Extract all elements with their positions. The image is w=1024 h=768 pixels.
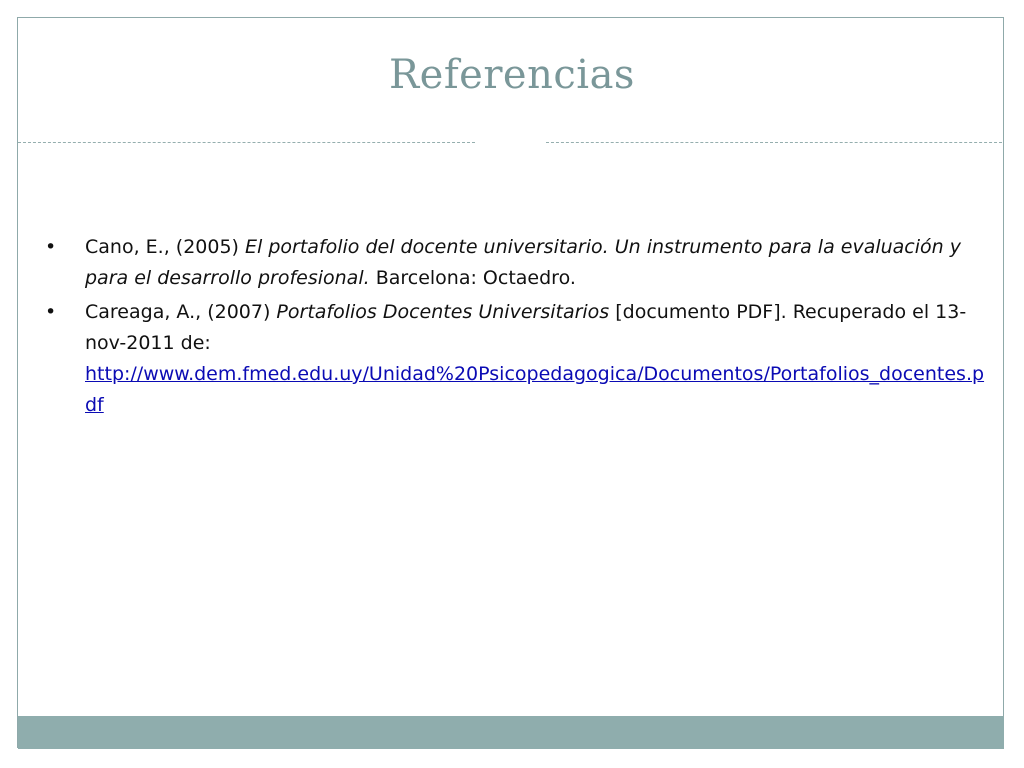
reference-publisher: Barcelona: Octaedro. bbox=[369, 267, 576, 289]
reference-item: • Careaga, A., (2007) Portafolios Docent… bbox=[45, 297, 995, 421]
reference-title: Portafolios Docentes Universitarios bbox=[276, 301, 610, 323]
bullet-icon: • bbox=[45, 236, 57, 258]
bullet-icon: • bbox=[45, 301, 57, 323]
reference-list: • Cano, E., (2005) El portafolio del doc… bbox=[45, 232, 995, 424]
title-divider-right bbox=[546, 142, 1002, 143]
reference-link[interactable]: http://www.dem.fmed.edu.uy/Unidad%20Psic… bbox=[85, 363, 984, 416]
reference-authors: Careaga, A., (2007) bbox=[85, 301, 277, 323]
reference-authors: Cano, E., (2005) bbox=[85, 236, 245, 258]
reference-item: • Cano, E., (2005) El portafolio del doc… bbox=[45, 232, 995, 294]
slide-title: Referencias bbox=[389, 52, 635, 98]
title-divider-left bbox=[18, 142, 475, 143]
footer-bar bbox=[18, 716, 1004, 749]
